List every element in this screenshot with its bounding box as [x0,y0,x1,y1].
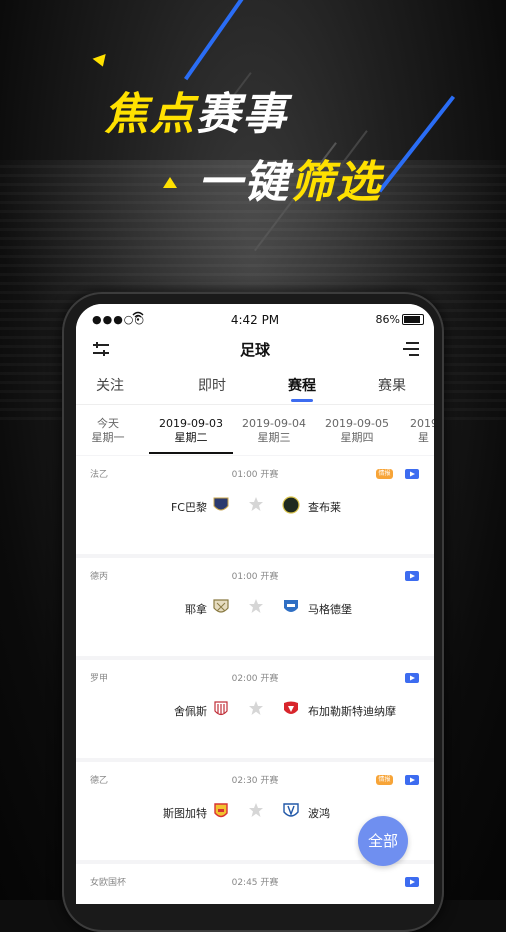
away-team: 马格德堡 [308,603,352,616]
date-label: 2019-09-04 [242,417,306,430]
away-team-logo [284,701,298,714]
blue-stripe-1 [184,0,274,81]
home-team: 斯图加特 [163,807,207,820]
away-team: 波鸿 [308,807,330,820]
headline-line-1: 焦点赛事 [104,78,288,142]
weekday-label: 星期二 [174,431,208,444]
page-title: 足球 [239,341,270,359]
tab-follow[interactable]: 关注 [96,375,124,395]
weekday-label: 星期四 [340,431,374,444]
intel-badge: 情报 [376,469,393,479]
home-team-logo [213,497,229,511]
date-label: 2019-09-05 [325,417,389,430]
tab-live[interactable]: 即时 [198,375,226,395]
kickoff-time: 01:00 开赛 [231,572,279,582]
headline-line-2: 一键筛选 [198,146,382,210]
home-team-logo [214,701,228,716]
date-item-today[interactable]: 今天 星期一 [76,417,150,445]
tab-bar: 关注 即时 赛程 赛果 [76,366,434,404]
away-team-logo [284,600,298,612]
date-label: 2019 [410,417,434,430]
battery-percent: 86% [375,313,400,326]
star-icon[interactable] [248,598,264,614]
headline-1b: 赛事 [196,89,288,140]
away-team: 布加勒斯特迪纳摩 [308,705,396,718]
app-screen: ●●●○○ 4:42 PM 86% 足球 关注 即时 赛程 赛果 今天 星期一 … [76,304,434,904]
match-card[interactable]: 罗甲 02:00 开赛 舍佩斯 布加勒斯特迪纳摩 [76,660,434,758]
video-icon[interactable] [405,571,419,581]
date-item-next[interactable]: 2019 星 [398,417,434,445]
date-selector: 今天 星期一 2019-09-03 星期二 2019-09-04 星期三 201… [76,404,434,455]
match-card[interactable]: 德丙 01:00 开赛 耶拿 马格德堡 [76,558,434,656]
yellow-triangle-1 [92,53,110,70]
date-label: 今天 [97,417,119,430]
weekday-label: 星 [418,431,429,444]
kickoff-time: 02:00 开赛 [231,674,279,684]
video-icon[interactable] [405,673,419,683]
home-team-logo [214,803,228,818]
match-card[interactable]: 法乙 01:00 开赛 情报 FC巴黎 查布莱 [76,456,434,554]
date-item-0904[interactable]: 2019-09-04 星期三 [232,417,316,445]
video-icon[interactable] [405,469,419,479]
active-tab-indicator [291,399,313,402]
headline-2b: 筛选 [290,157,382,208]
menu-lines-icon[interactable] [402,340,420,362]
date-label: 2019-09-03 [159,417,223,430]
tab-schedule[interactable]: 赛程 [288,375,316,395]
home-team: 耶拿 [185,603,207,616]
headline-1a: 焦点 [104,89,196,140]
battery-icon [402,314,424,325]
video-icon[interactable] [405,775,419,785]
status-bar: ●●●○○ 4:42 PM 86% [76,304,434,334]
star-icon[interactable] [248,700,264,716]
intel-badge: 情报 [376,775,393,785]
headline-2a: 一键 [198,157,290,208]
home-team: FC巴黎 [170,501,207,514]
home-team: 舍佩斯 [174,705,207,718]
nav-bar: 足球 [76,334,434,366]
kickoff-time: 02:45 开赛 [231,878,279,888]
yellow-triangle-2 [163,177,177,188]
away-team: 查布莱 [308,501,341,514]
date-item-0905[interactable]: 2019-09-05 星期四 [315,417,399,445]
star-icon[interactable] [248,802,264,818]
weekday-label: 星期一 [91,431,125,444]
date-item-0903[interactable]: 2019-09-03 星期二 [149,417,233,445]
tab-results[interactable]: 赛果 [378,375,406,395]
active-date-indicator [149,452,233,454]
away-team-logo [283,803,299,817]
match-card[interactable]: 女欧国杯 02:45 开赛 [76,864,434,904]
weekday-label: 星期三 [257,431,291,444]
star-icon[interactable] [248,496,264,512]
away-team-logo [282,496,300,514]
home-team-logo [213,599,229,613]
all-filter-button[interactable]: 全部 [358,816,408,866]
video-icon[interactable] [405,877,419,887]
